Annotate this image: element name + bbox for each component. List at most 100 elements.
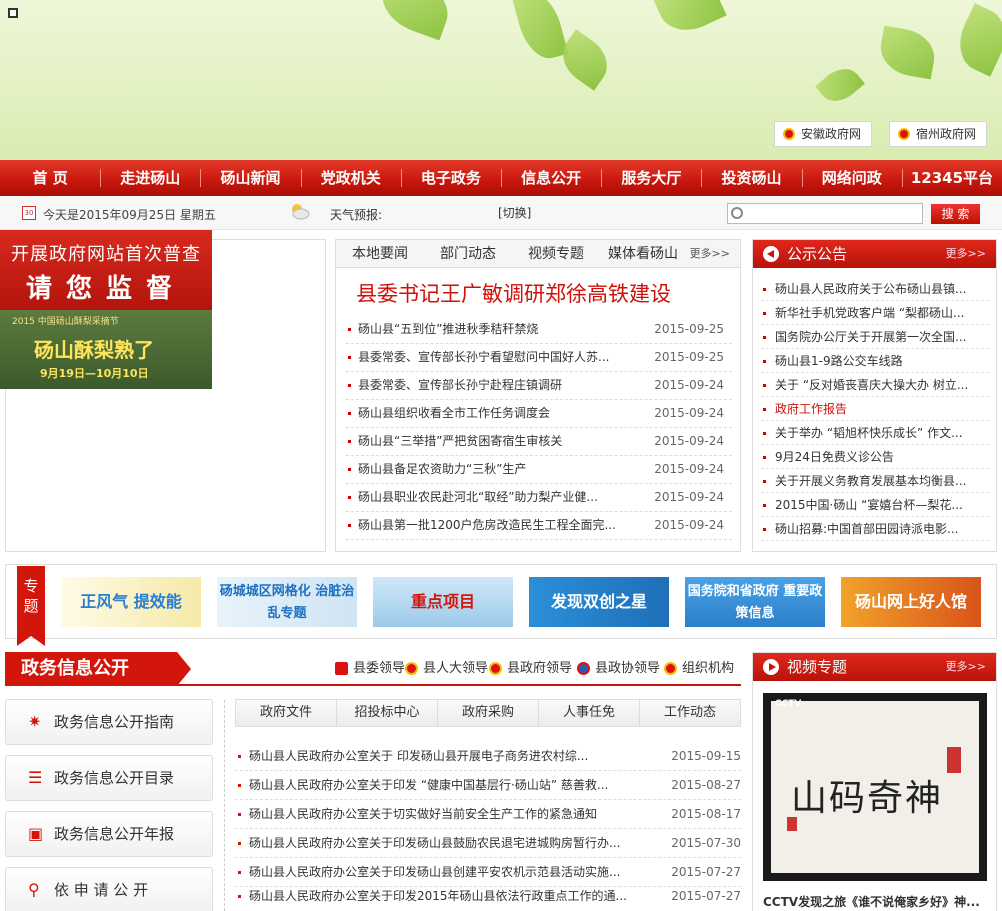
side-button-label: 依 申 请 公 开 [54,881,149,899]
notice-item-title: 2015中国·砀山 “宴嬉台杯—梨花... [775,498,963,512]
news-item[interactable]: 砀山县组织收看全市工作任务调度会 2015-09-24 [346,400,732,428]
doc-item[interactable]: 砀山县人民政府办公室关于印发2015年砀山县依法行政重点工作的通... 2015-… [235,882,741,911]
topic-banner-conduct[interactable]: 正风气 提效能 [61,577,201,627]
notice-item[interactable]: 关于举办 “韬旭杯快乐成长” 作文... [761,421,989,445]
tab-procurement[interactable]: 政府采购 [438,700,539,726]
gov-link-npc[interactable]: 县人大领导 [405,652,488,686]
doc-item[interactable]: 砀山县人民政府办公室关于切实做好当前安全生产工作的紧急通知 2015-08-17 [235,800,741,829]
top-link-label: 宿州政府网 [916,127,977,141]
bullet [763,528,766,531]
tab-local-news[interactable]: 本地要闻 [352,240,408,268]
bullet [763,432,766,435]
gov-guide-button[interactable]: ✷ 政务信息公开指南 [5,699,213,745]
leaf-decoration [876,25,939,80]
news-item[interactable]: 县委常委、宣传部长孙宁看望慰问中国好人苏... 2015-09-25 [346,344,732,372]
nav-invest[interactable]: 投资砀山 [701,160,801,196]
gov-link-party[interactable]: 县委领导 [335,652,405,686]
notice-item[interactable]: 新华社手机党政客户端 “梨都砀山... [761,301,989,325]
bullet [238,842,241,845]
news-item[interactable]: 砀山县“五到位”推进秋季秸秆禁烧 2015-09-25 [346,316,732,344]
search-input[interactable] [748,204,920,223]
headline-link[interactable]: 县委书记王广敏调研郑徐高铁建设 [356,278,671,308]
nav-news[interactable]: 砀山新闻 [200,160,300,196]
notice-more-link[interactable]: 更多>> [946,240,986,268]
bullet [348,356,351,359]
weather-switch-link[interactable]: [切换] [498,204,531,221]
news-date: 2015-09-24 [654,434,724,448]
gov-annual-report-button[interactable]: ▣ 政务信息公开年报 [5,811,213,857]
side-button-label: 政务信息公开年报 [54,825,175,843]
bullet [238,871,241,874]
doc-tabs: 政府文件 招投标中心 政府采购 人事任免 工作动态 [235,699,741,727]
news-item[interactable]: 砀山县职业农民赴河北“取经”助力梨产业健... 2015-09-24 [346,484,732,512]
topic-banner-grid[interactable]: 砀城城区网格化 治脏治乱专题 [217,577,357,627]
nav-online-inquiry[interactable]: 网络问政 [801,160,902,196]
nav-service-hall[interactable]: 服务大厅 [601,160,701,196]
topic-banner-policy[interactable]: 国务院和省政府 重要政策信息 [685,577,825,627]
bullet [238,813,241,816]
notice-item[interactable]: 关于 “反对婚丧喜庆大操大办 树立... [761,373,989,397]
doc-item[interactable]: 砀山县人民政府办公室关于印发砀山县鼓励农民退宅进城购房暂行办... 2015-07… [235,829,741,858]
promo-title: 砀山酥梨熟了 [34,338,154,362]
gov-link-label: 县人大领导 [423,661,489,676]
topic-banner-key-projects[interactable]: 重点项目 [373,577,513,627]
gov-link-organization[interactable]: 组织机构 [664,652,734,686]
promo-pear-festival: 2015 中国砀山酥梨采摘节 砀山酥梨熟了 9月19日—10月10日 [0,310,212,389]
search-box [727,203,923,224]
news-more-link[interactable]: 更多>> [690,240,730,268]
gov-apply-button[interactable]: ⚲ 依 申 请 公 开 [5,867,213,911]
doc-item[interactable]: 砀山县人民政府办公室关于印发 “健康中国基层行·砀山站” 慈善救... 2015-… [235,771,741,800]
nav-party-gov[interactable]: 党政机关 [300,160,401,196]
notice-item[interactable]: 2015中国·砀山 “宴嬉台杯—梨花... [761,493,989,517]
tab-work-updates[interactable]: 工作动态 [640,700,740,726]
news-item[interactable]: 县委常委、宣传部长孙宁赴程庄镇调研 2015-09-24 [346,372,732,400]
tab-video-topics[interactable]: 视频专题 [528,240,584,268]
gov-link-cppcc[interactable]: 县政协领导 [577,652,660,686]
news-item[interactable]: 砀山县备足农资助力“三秋”生产 2015-09-24 [346,456,732,484]
gov-link-government[interactable]: 县政府领导 [489,652,572,686]
weather-cloud-sun-icon [292,204,310,220]
tab-appointments[interactable]: 人事任免 [539,700,640,726]
tab-bidding-center[interactable]: 招投标中心 [337,700,438,726]
notice-item[interactable]: 国务院办公厅关于开展第一次全国... [761,325,989,349]
tab-dept-news[interactable]: 部门动态 [440,240,496,268]
top-link-suzhou[interactable]: 宿州政府网 [889,121,988,147]
nav-e-gov[interactable]: 电子政务 [400,160,501,196]
gov-catalog-button[interactable]: ☰ 政务信息公开目录 [5,755,213,801]
notice-item[interactable]: 砀山招募:中国首部田园诗派电影... [761,517,989,541]
notice-item[interactable]: 砀山县人民政府关于公布砀山县镇... [761,277,989,301]
notice-item[interactable]: 砀山县1-9路公交车线路 [761,349,989,373]
top-link-anhui[interactable]: 安徽政府网 [774,121,873,147]
search-button[interactable]: 搜 索 [931,204,980,224]
notice-item[interactable]: 政府工作报告 [761,397,989,421]
video-more-link[interactable]: 更多>> [946,653,986,681]
gov-info-header: 政务信息公开 县委领导 县人大领导 县政府领导 县政协领导 组织机构 [5,652,741,686]
promo-dates: 9月19日—10月10日 [40,367,149,380]
news-item[interactable]: 砀山县“三举措”严把贫困寄宿生审核关 2015-09-24 [346,428,732,456]
notice-item[interactable]: 9月24日免费义诊公告 [761,445,989,469]
square-icon [8,8,18,18]
notice-item-title: 新华社手机党政客户端 “梨都砀山... [775,306,965,320]
video-caption-link[interactable]: CCTV发现之旅《谁不说俺家乡好》神... [763,893,991,910]
leaf-decoration [949,3,1002,77]
bullet [348,440,351,443]
promo-banner[interactable]: 开展政府网站首次普查 请您监督 2015 中国砀山酥梨采摘节 砀山酥梨熟了 9月… [0,230,212,389]
doc-title: 砀山县人民政府办公室关于 印发砀山县开展电子商务进农村综... [249,749,589,763]
doc-item[interactable]: 砀山县人民政府办公室关于 印发砀山县开展电子商务进农村综... 2015-09-1… [235,742,741,771]
topic-banner-innovation[interactable]: 发现双创之星 [529,577,669,627]
nav-12345[interactable]: 12345平台 [901,160,1002,196]
nav-info-disclosure[interactable]: 信息公开 [501,160,601,196]
emblem-icon [664,662,677,675]
video-thumbnail[interactable]: CCTV 山码奇神 [763,693,987,881]
top-link-label: 安徽政府网 [801,127,862,141]
nav-home[interactable]: 首 页 [0,160,100,196]
tab-media[interactable]: 媒体看砀山 [608,240,678,268]
news-item[interactable]: 砀山县第一批1200户危房改造民生工程全面完... 2015-09-24 [346,512,732,540]
notice-item[interactable]: 关于开展义务教育发展基本均衡县... [761,469,989,493]
side-button-label: 政务信息公开指南 [54,713,175,731]
tab-gov-documents[interactable]: 政府文件 [236,700,337,726]
promo-line2: 请您监督 [25,274,186,304]
nav-about[interactable]: 走进砀山 [100,160,200,196]
topic-banner-good-people[interactable]: 砀山网上好人馆 [841,577,981,627]
date-text: 今天是2015年09月25日 星期五 [43,208,216,222]
